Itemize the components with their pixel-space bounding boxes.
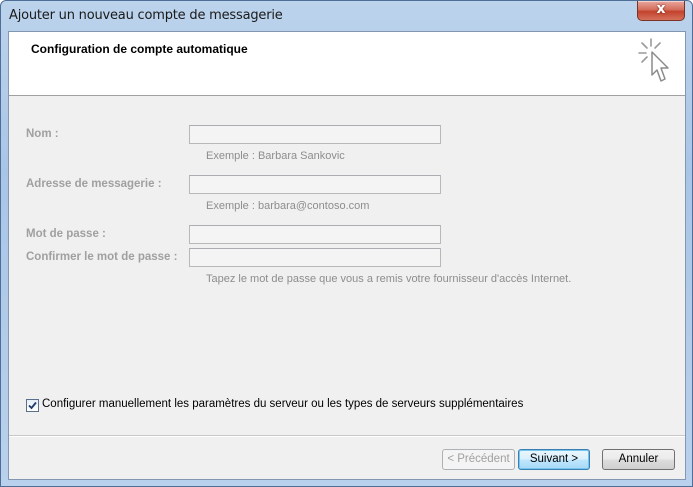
manual-config-label[interactable]: Configurer manuellement les paramètres d… (42, 398, 523, 410)
page-title: Configuration de compte automatique (31, 42, 248, 56)
window-title: Ajouter un nouveau compte de messagerie (9, 8, 283, 23)
next-button[interactable]: Suivant > (518, 449, 590, 470)
email-field[interactable] (190, 176, 440, 193)
email-field-box (189, 175, 441, 194)
email-label: Adresse de messagerie : (26, 178, 162, 190)
confirm-password-field-box (189, 248, 441, 267)
cancel-button[interactable]: Annuler (602, 449, 675, 470)
password-field[interactable] (190, 226, 440, 243)
footer-divider (9, 435, 685, 437)
password-label: Mot de passe : (26, 228, 106, 240)
confirm-password-field[interactable] (190, 249, 440, 266)
close-icon: x (656, 1, 666, 17)
password-hint: Tapez le mot de passe que vous a remis v… (206, 273, 572, 285)
previous-button[interactable]: < Précédent (442, 449, 515, 470)
confirm-password-label: Confirmer le mot de passe : (26, 251, 178, 263)
dialog-client-area: Configuration de compte automatique Nom … (8, 31, 686, 480)
email-hint: Exemple : barbara@contoso.com (206, 200, 370, 212)
password-field-box (189, 225, 441, 244)
name-field-box (189, 125, 441, 144)
dialog-window: Ajouter un nouveau compte de messagerie … (0, 0, 693, 487)
cursor-sparkle-icon (638, 38, 669, 82)
manual-config-checkbox[interactable] (26, 399, 39, 412)
wizard-header: Configuration de compte automatique (9, 32, 685, 96)
title-bar[interactable]: Ajouter un nouveau compte de messagerie … (1, 1, 692, 31)
close-button[interactable]: x (637, 1, 685, 21)
name-label: Nom : (26, 128, 59, 140)
name-field[interactable] (190, 126, 440, 143)
checkmark-icon (28, 401, 37, 410)
name-hint: Exemple : Barbara Sankovic (206, 150, 345, 162)
